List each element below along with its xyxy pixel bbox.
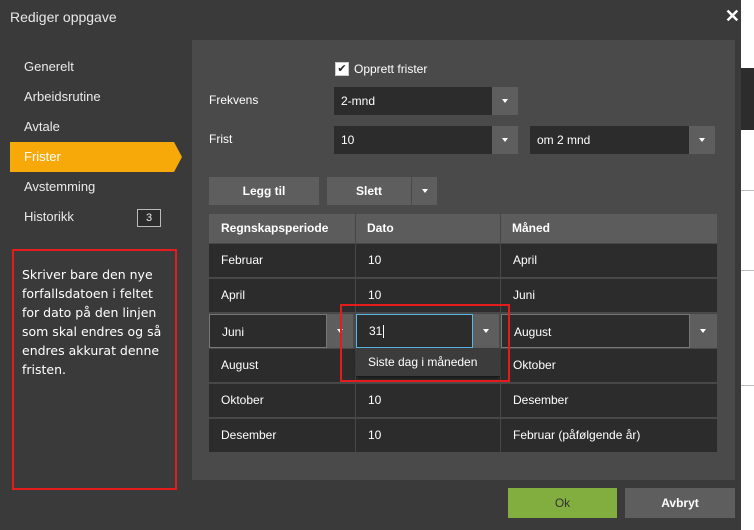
column-divider [355,244,356,277]
column-divider [500,244,501,277]
column-header-month: Måned [512,221,551,235]
cell-date[interactable]: 10 [356,279,381,312]
sidebar-item-generelt[interactable]: Generelt [0,52,180,82]
count-badge: 3 [137,209,161,227]
column-divider [500,419,501,452]
column-divider [500,349,501,382]
sidebar-item-historikk[interactable]: Historikk 3 [0,202,180,232]
table-row[interactable]: Desember 10 Februar (påfølgende år) [209,418,717,452]
background-block [741,68,754,130]
sidebar-nav: Generelt Arbeidsrutine Avtale Frister Av… [0,52,182,232]
table-header: Regnskapsperiode Dato Måned [209,214,717,243]
date-dropdown-option-last-day[interactable]: Siste dag i måneden [356,348,500,376]
close-icon[interactable]: ✕ [725,6,740,27]
table-row[interactable]: April 10 Juni [209,278,717,312]
delete-button[interactable]: Slett [327,177,411,205]
chevron-down-icon[interactable] [473,314,499,348]
annotation-note: Skriver bare den nye forfallsdatoen i fe… [12,249,177,490]
chevron-down-icon[interactable] [690,314,717,348]
add-button[interactable]: Legg til [209,177,319,205]
sidebar-item-label: Avstemming [24,179,96,194]
frequency-select[interactable]: 2-mnd [334,87,492,115]
chevron-down-icon[interactable] [689,126,715,154]
sidebar-item-label: Generelt [24,59,74,74]
date-input-value: 31 [369,324,383,338]
period-select[interactable]: Juni [209,314,327,348]
ok-button[interactable]: Ok [508,488,617,518]
column-divider [355,419,356,452]
chevron-down-icon[interactable] [492,126,518,154]
column-divider [355,384,356,417]
sidebar-item-label: Arbeidsrutine [24,89,101,104]
table-row[interactable]: Oktober 10 Desember [209,383,717,417]
column-header-date: Dato [367,221,394,235]
create-deadlines-label: Opprett frister [354,62,428,76]
background-line [741,385,754,386]
cell-date[interactable]: 10 [356,244,381,277]
month-select[interactable]: August [501,314,690,348]
cell-period: Desember [221,428,277,442]
cell-month: Oktober [513,358,556,372]
cell-month: Februar (påfølgende år) [513,428,641,442]
deadline-offset-select[interactable]: om 2 mnd [530,126,689,154]
sidebar-item-label: Historikk [24,209,74,224]
sidebar-item-label: Avtale [24,119,60,134]
delete-options-chevron-icon[interactable] [412,177,437,205]
deadline-label: Frist [209,132,233,146]
table-row-editing[interactable]: Juni 31 August [209,313,717,348]
column-divider [500,214,501,243]
sidebar-item-label: Frister [24,149,61,164]
sidebar-item-avtale[interactable]: Avtale [0,112,180,142]
sidebar-item-frister[interactable]: Frister [10,142,182,172]
cell-date[interactable]: 10 [356,384,381,417]
checkmark-icon: ✔ [337,63,347,75]
chevron-down-icon[interactable] [327,314,353,348]
cell-month: April [513,253,538,267]
cell-month: Juni [513,288,536,302]
column-header-period: Regnskapsperiode [221,221,329,235]
column-divider [355,279,356,312]
date-input[interactable]: 31 [356,314,473,348]
cell-date[interactable]: 10 [356,419,381,452]
background-page-edge [741,0,754,530]
dialog-title: Rediger oppgave [10,9,117,25]
column-divider [500,279,501,312]
deadline-day-select[interactable]: 10 [334,126,492,154]
frequency-label: Frekvens [209,93,259,107]
create-deadlines-checkbox[interactable]: ✔ [335,62,349,76]
cancel-button[interactable]: Avbryt [625,488,735,518]
cell-period: August [221,358,259,372]
background-line [741,270,754,271]
cell-period: Oktober [221,393,264,407]
text-cursor [383,325,385,339]
chevron-down-icon[interactable] [492,87,518,115]
background-line [741,190,754,191]
cell-period: Februar [221,253,264,267]
cell-month: Desember [513,393,569,407]
table-row[interactable]: Februar 10 April [209,243,717,277]
sidebar-item-arbeidsrutine[interactable]: Arbeidsrutine [0,82,180,112]
column-divider [355,214,356,243]
column-divider [500,384,501,417]
sidebar-item-avstemming[interactable]: Avstemming [0,172,180,202]
dialog-titlebar: Rediger oppgave ✕ [0,0,754,34]
cell-period: April [221,288,246,302]
